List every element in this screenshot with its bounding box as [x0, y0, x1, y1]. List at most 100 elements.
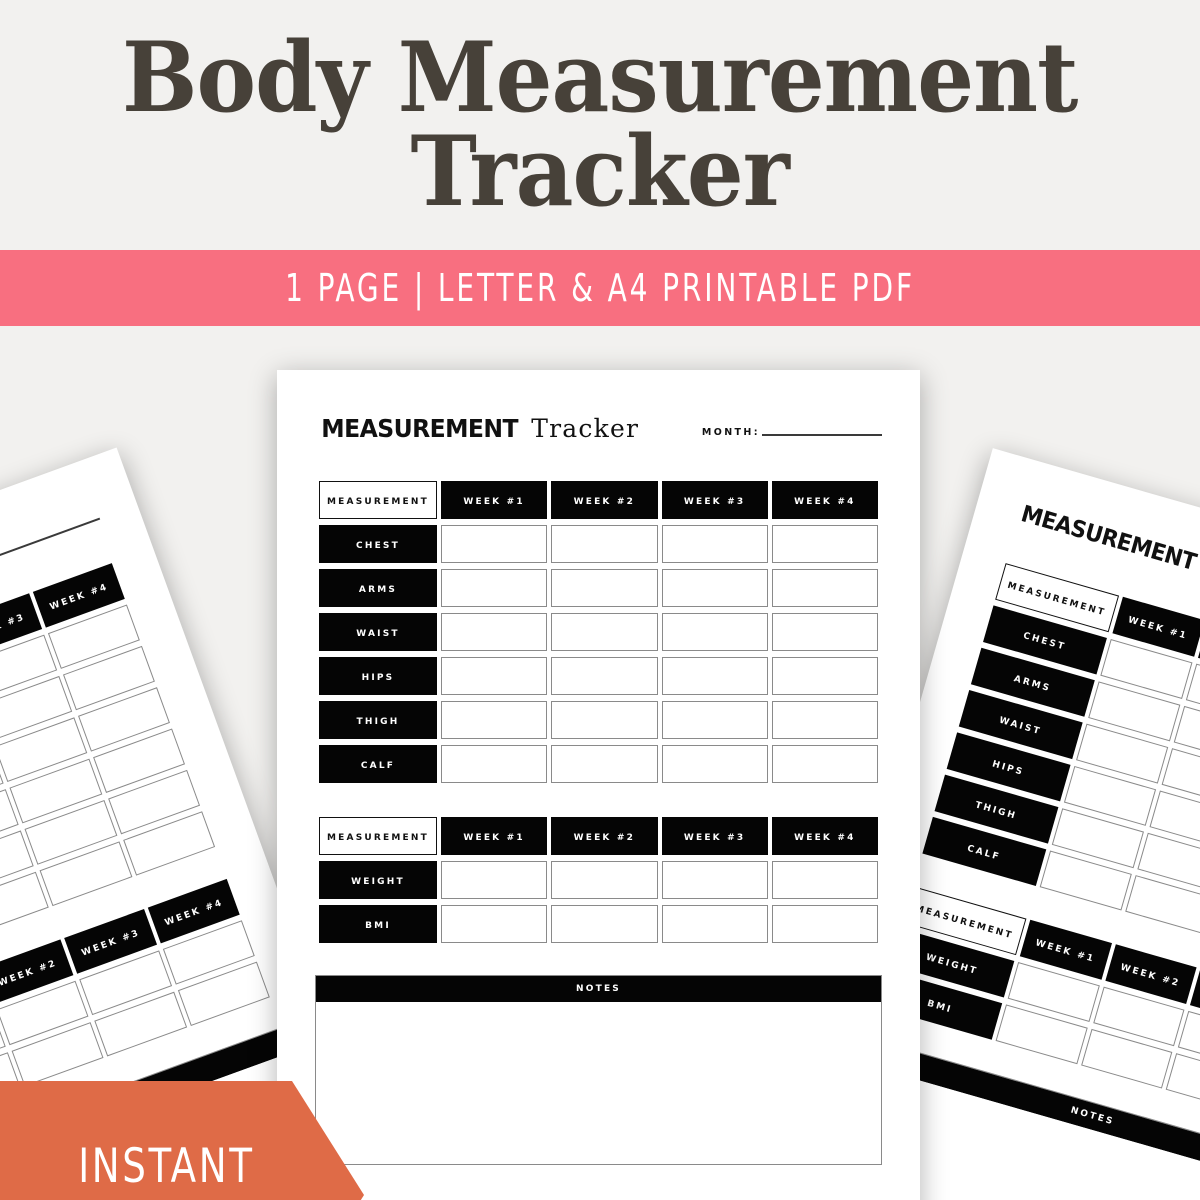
row-label: WEIGHT: [351, 877, 405, 887]
month-label: MONTH:: [701, 427, 760, 438]
row-label: CALF: [360, 761, 396, 771]
row-label-cell-bmi: BMI: [319, 905, 437, 943]
row-label-cell-waist: WAIST: [319, 613, 437, 651]
row-label: BMI: [365, 921, 391, 931]
header-label: WEEK #2: [573, 497, 636, 507]
table-header-row: MEASUREMENT WEEK #1 WEEK #2 WEEK #3 WEEK…: [319, 481, 878, 519]
entry-cell[interactable]: [551, 613, 658, 651]
header-label: WEEK #1: [1126, 615, 1189, 642]
entry-cell[interactable]: [661, 657, 768, 695]
notes-header: NOTES: [316, 976, 881, 1002]
entry-cell[interactable]: [551, 701, 658, 739]
entry-cell[interactable]: [551, 569, 658, 607]
row-label-cell-calf: CALF: [319, 745, 437, 783]
header-cell-week-1: WEEK #1: [441, 481, 548, 519]
entry-cell[interactable]: [771, 905, 878, 943]
header-cell-week-2: WEEK #2: [551, 481, 658, 519]
notes-section-main: NOTES: [315, 975, 882, 1165]
row-label: WAIST: [997, 715, 1043, 738]
header-label: WEEK #1: [463, 497, 525, 507]
header-label: MEASUREMENT: [327, 497, 429, 507]
entry-cell[interactable]: [551, 525, 658, 563]
table-row: ARMS: [319, 569, 878, 607]
header-label: WEEK #3: [683, 833, 746, 843]
month-field-main[interactable]: MONTH:: [702, 427, 882, 441]
table-row: CALF: [319, 745, 878, 783]
row-label: THIGH: [973, 800, 1018, 822]
entry-cell[interactable]: [661, 905, 768, 943]
entry-cell[interactable]: [441, 613, 548, 651]
secondary-table-main: MEASUREMENT WEEK #1 WEEK #2 WEEK #3 WEEK…: [315, 811, 882, 949]
entry-cell[interactable]: [441, 569, 548, 607]
entry-cell[interactable]: [771, 861, 878, 899]
format-banner: 1 PAGE | LETTER & A4 PRINTABLE PDF: [0, 250, 1200, 326]
month-underline: [0, 517, 101, 561]
header-label: WEEK #4: [794, 833, 856, 843]
row-label: WAIST: [356, 629, 400, 639]
table-row: WAIST: [319, 613, 878, 651]
header-label: WEEK #2: [1119, 962, 1182, 990]
row-label: ARMS: [358, 585, 398, 595]
header-label: WEEK #4: [794, 497, 856, 507]
hero-header: Body Measurement Tracker: [0, 0, 1200, 250]
entry-cell[interactable]: [551, 905, 658, 943]
measurement-table-main: MEASUREMENT WEEK #1 WEEK #2 WEEK #3 WEEK…: [315, 475, 882, 789]
header-label: WEEK #3: [80, 928, 142, 959]
row-label: HIPS: [990, 759, 1026, 779]
row-label-cell-hips: HIPS: [319, 657, 437, 695]
row-label: BMI: [925, 998, 954, 1016]
entry-cell[interactable]: [661, 525, 768, 563]
month-underline[interactable]: [762, 434, 882, 436]
header-cell-week-2: WEEK #2: [551, 817, 658, 855]
entry-cell[interactable]: [771, 613, 878, 651]
table-row: CHEST: [319, 525, 878, 563]
notes-body[interactable]: [316, 1002, 881, 1164]
entry-cell[interactable]: [551, 861, 658, 899]
entry-cell[interactable]: [551, 657, 658, 695]
entry-cell[interactable]: [771, 525, 878, 563]
row-label: CHEST: [1021, 631, 1067, 653]
entry-cell[interactable]: [771, 657, 878, 695]
entry-cell[interactable]: [441, 905, 548, 943]
sheet-logo-main: MEASUREMENT Tracker: [315, 416, 639, 441]
entry-cell[interactable]: [441, 657, 548, 695]
entry-cell[interactable]: [661, 701, 768, 739]
entry-cell[interactable]: [771, 569, 878, 607]
header-label: WEEK #3: [0, 612, 27, 643]
entry-cell[interactable]: [551, 745, 658, 783]
header-cell-week-1: WEEK #1: [441, 817, 548, 855]
row-label-cell-chest: CHEST: [319, 525, 437, 563]
measurement-table-main-body: MEASUREMENT WEEK #1 WEEK #2 WEEK #3 WEEK…: [319, 481, 878, 783]
entry-cell[interactable]: [661, 861, 768, 899]
format-banner-text: 1 PAGE | LETTER & A4 PRINTABLE PDF: [285, 266, 915, 310]
table-row: HIPS: [319, 657, 878, 695]
badge-line-1: INSTANT: [77, 1138, 255, 1194]
header-cell-week-4: WEEK #4: [771, 817, 878, 855]
row-label: ARMS: [1012, 674, 1053, 695]
header-label: WEEK #4: [163, 897, 225, 929]
entry-cell[interactable]: [661, 745, 768, 783]
entry-cell[interactable]: [771, 701, 878, 739]
row-label: HIPS: [361, 673, 395, 683]
table-row: THIGH: [319, 701, 878, 739]
page-title: Body Measurement Tracker: [122, 29, 1078, 219]
entry-cell[interactable]: [441, 525, 548, 563]
row-label-cell-arms: ARMS: [319, 569, 437, 607]
entry-cell[interactable]: [661, 569, 768, 607]
notes-title: NOTES: [576, 984, 621, 994]
sheet-header-main: MEASUREMENT Tracker MONTH:: [315, 416, 882, 441]
header-cell-week-3: WEEK #3: [661, 481, 768, 519]
sheets-stage: MEASUREMENT Tracker MONTH: MEASUREMENT WE…: [0, 326, 1200, 1200]
entry-cell[interactable]: [661, 613, 768, 651]
logo-bold-text: MEASUREMENT: [321, 414, 519, 443]
entry-cell[interactable]: [771, 745, 878, 783]
entry-cell[interactable]: [1165, 1053, 1200, 1113]
entry-cell[interactable]: [441, 701, 548, 739]
table-row: BMI: [319, 905, 878, 943]
entry-cell[interactable]: [441, 861, 548, 899]
entry-cell[interactable]: [441, 745, 548, 783]
header-cell-measurement: MEASUREMENT: [319, 481, 437, 519]
row-label: CHEST: [356, 541, 400, 551]
badge-line-2: DOWNLOAD: [43, 1195, 320, 1200]
header-label: WEEK #2: [0, 958, 59, 989]
